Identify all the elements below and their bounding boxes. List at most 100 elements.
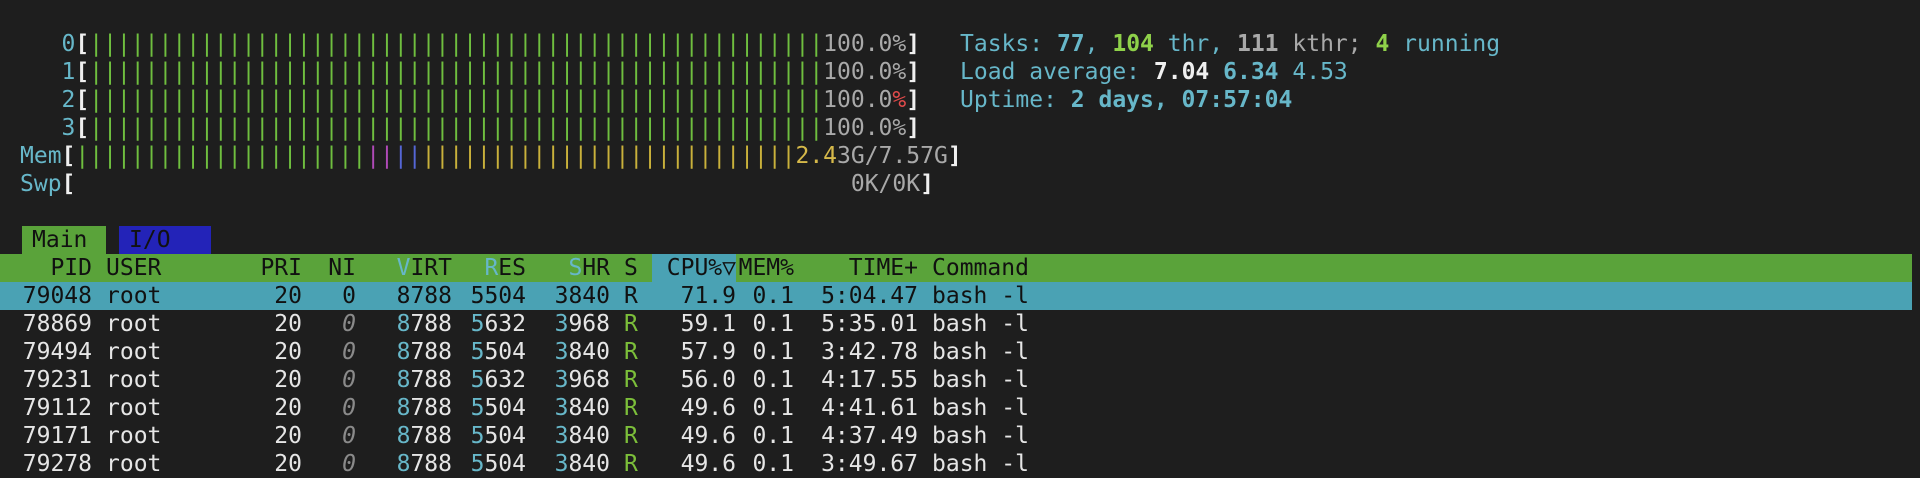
- process-res: 5504: [470, 339, 526, 365]
- process-mem: 0.1: [752, 367, 794, 393]
- process-res: 5504: [470, 423, 526, 449]
- table-row[interactable]: 78869 root 20 0 8788 5632 3968 R 59.1 0.…: [0, 310, 1912, 338]
- kthread-count: 111: [1236, 31, 1279, 57]
- process-time: 5:35.01: [821, 311, 918, 337]
- column-pri[interactable]: PRI: [240, 254, 302, 282]
- process-cpu: 59.1: [680, 311, 736, 337]
- column-cpu[interactable]: CPU%▽: [652, 254, 736, 282]
- column-pid[interactable]: PID: [0, 254, 92, 282]
- process-shr: 3840: [554, 283, 610, 309]
- swp-meter-value: 0K/0K: [850, 171, 921, 197]
- table-row[interactable]: 79048 root 20 0 8788 5504 3840 R 71.9 0.…: [0, 282, 1912, 310]
- column-virt[interactable]: VIRT: [372, 254, 452, 282]
- process-state: R: [624, 367, 638, 393]
- process-mem: 0.1: [752, 395, 794, 421]
- process-virt: 8788: [396, 395, 452, 421]
- mem-meter-used: 2.4: [795, 143, 838, 169]
- cpu-meter-label: 0: [61, 31, 76, 57]
- process-virt: 8788: [396, 339, 452, 365]
- process-table: PID USER PRI NI VIRT RES SHR S CPU%▽ MEM…: [0, 254, 1912, 478]
- column-state[interactable]: S: [624, 254, 644, 282]
- process-res: 5504: [470, 283, 526, 309]
- process-pid: 79171: [22, 423, 92, 449]
- process-time: 3:42.78: [821, 339, 918, 365]
- process-res: 5504: [470, 395, 526, 421]
- process-state: R: [624, 423, 638, 449]
- process-time: 4:41.61: [821, 395, 918, 421]
- kthread-label: kthr;: [1278, 31, 1376, 57]
- table-row[interactable]: 79112 root 20 0 8788 5504 3840 R 49.6 0.…: [0, 394, 1912, 422]
- process-pri: 20: [274, 423, 302, 449]
- process-user: root: [106, 423, 162, 449]
- uptime-line: Uptime: 2 days, 07:57:04: [960, 86, 1500, 114]
- process-cpu: 57.9: [680, 339, 736, 365]
- load-average-1: 7.04: [1153, 59, 1210, 85]
- column-header-row: PID USER PRI NI VIRT RES SHR S CPU%▽ MEM…: [0, 254, 1912, 282]
- cpu-meter-3: 3[||||||||||||||||||||||||||||||||||||||…: [61, 115, 921, 141]
- cpu-meter-label: 2: [61, 87, 76, 113]
- process-ni: 0: [342, 367, 356, 393]
- cpu-meter-label: 1: [61, 59, 76, 85]
- table-row[interactable]: 79494 root 20 0 8788 5504 3840 R 57.9 0.…: [0, 338, 1912, 366]
- process-shr: 3968: [554, 367, 610, 393]
- process-virt: 8788: [396, 423, 452, 449]
- load-average-line: Load average: 7.04 6.34 4.53: [960, 58, 1500, 86]
- column-command[interactable]: Command: [932, 254, 1132, 282]
- running-count: 4: [1375, 31, 1390, 57]
- tab-io-label: I/O: [129, 227, 171, 253]
- process-command: bash -l: [932, 367, 1029, 393]
- tab-io[interactable]: I/O: [119, 226, 211, 254]
- swp-meter: Swp[ 0K/0K]: [20, 171, 934, 197]
- process-ni: 0: [342, 311, 356, 337]
- cpu-meter-0: 0[||||||||||||||||||||||||||||||||||||||…: [61, 31, 921, 57]
- process-time: 5:04.47: [821, 283, 918, 309]
- process-mem: 0.1: [752, 423, 794, 449]
- process-state: R: [624, 311, 638, 337]
- process-pid: 79112: [22, 395, 92, 421]
- cpu-meter-value: 100.0%: [823, 31, 907, 57]
- cpu-meter-value: 100.0: [823, 87, 893, 113]
- tasks-count: 77: [1056, 31, 1085, 57]
- table-row[interactable]: 79231 root 20 0 8788 5632 3968 R 56.0 0.…: [0, 366, 1912, 394]
- process-pid: 79048: [22, 283, 92, 309]
- process-command: bash -l: [932, 423, 1029, 449]
- column-res[interactable]: RES: [456, 254, 526, 282]
- load-average-label: Load average:: [960, 59, 1154, 85]
- mem-meter: Mem[||||||||||||||||||||||||||||||||||||…: [20, 143, 962, 169]
- tasks-label: Tasks:: [960, 31, 1057, 57]
- column-mem[interactable]: MEM%: [736, 254, 794, 282]
- table-row[interactable]: 79171 root 20 0 8788 5504 3840 R 49.6 0.…: [0, 422, 1912, 450]
- process-shr: 3840: [554, 395, 610, 421]
- process-pri: 20: [274, 367, 302, 393]
- process-pri: 20: [274, 283, 302, 309]
- process-command: bash -l: [932, 339, 1029, 365]
- process-state: R: [624, 395, 638, 421]
- cpu-meter-value: 100.0%: [823, 59, 907, 85]
- cpu-meter-value: 100.0%: [823, 115, 907, 141]
- process-user: root: [106, 339, 162, 365]
- uptime-label: Uptime:: [960, 87, 1071, 113]
- cpu-meter-1: 1[||||||||||||||||||||||||||||||||||||||…: [61, 59, 921, 85]
- tasks-line: Tasks: 77, 104 thr, 111 kthr; 4 running: [960, 31, 1501, 57]
- column-user[interactable]: USER: [106, 254, 256, 282]
- process-shr: 3840: [554, 339, 610, 365]
- process-command: bash -l: [932, 311, 1029, 337]
- process-cpu: 56.0: [680, 367, 736, 393]
- process-state: R: [624, 339, 638, 365]
- process-pri: 20: [274, 339, 302, 365]
- mem-meter-label: Mem: [20, 143, 62, 169]
- tab-main[interactable]: Main: [22, 226, 106, 254]
- running-label: running: [1389, 31, 1501, 57]
- mem-meter-total: 3G/7.57G: [837, 143, 948, 169]
- process-mem: 0.1: [752, 283, 794, 309]
- column-ni[interactable]: NI: [308, 254, 356, 282]
- process-user: root: [106, 367, 162, 393]
- process-user: root: [106, 283, 162, 309]
- process-shr: 3968: [554, 311, 610, 337]
- process-ni: 0: [342, 395, 356, 421]
- column-time[interactable]: TIME+: [812, 254, 918, 282]
- process-cpu: 49.6: [680, 423, 736, 449]
- process-state: R: [624, 283, 638, 309]
- column-shr[interactable]: SHR: [540, 254, 610, 282]
- process-command: bash -l: [932, 395, 1029, 421]
